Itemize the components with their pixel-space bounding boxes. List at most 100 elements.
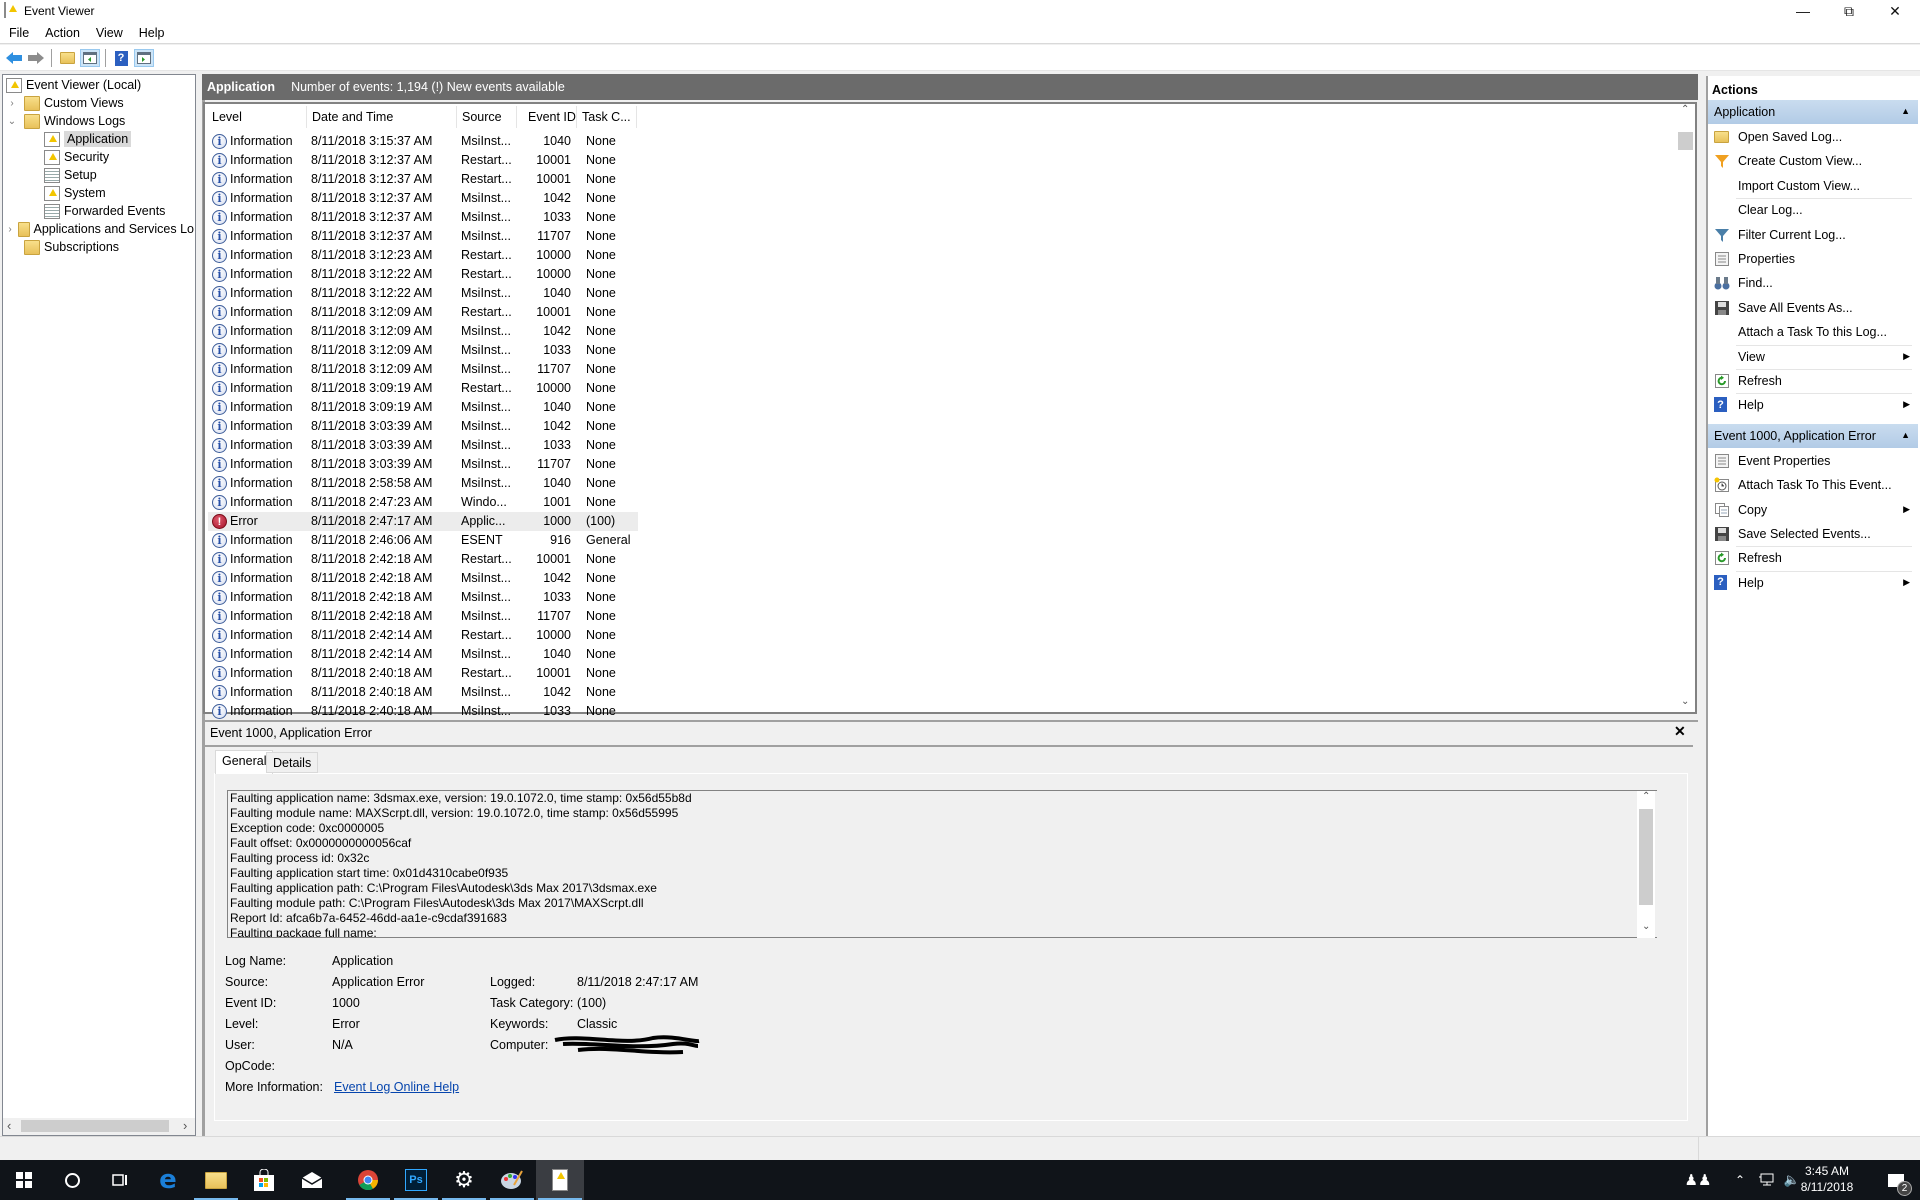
chevron-right-icon[interactable]: › <box>6 224 14 235</box>
event-log-online-help-link[interactable]: Event Log Online Help <box>334 1080 459 1094</box>
event-row[interactable]: i Information 8/11/2018 2:40:18 AM MsiInst.… <box>208 702 638 721</box>
help-button[interactable]: ? <box>111 49 131 67</box>
action-save-selected-events[interactable]: Save Selected Events... <box>1708 522 1918 546</box>
scroll-left-icon[interactable]: ‹ <box>7 1118 11 1133</box>
collapse-triangle-icon[interactable]: ▲ <box>1901 106 1910 116</box>
column-divider[interactable] <box>516 106 517 128</box>
restore-button[interactable]: ⧉ <box>1826 0 1872 22</box>
column-header-level[interactable]: Level <box>212 110 242 124</box>
event-row[interactable]: i Information 8/11/2018 2:42:14 AM MsiInst.… <box>208 645 638 664</box>
action-center-button[interactable]: 2 <box>1872 1160 1920 1200</box>
minimize-button[interactable]: — <box>1780 0 1826 22</box>
column-header-date-time[interactable]: Date and Time <box>312 110 393 124</box>
tree-horizontal-scrollbar[interactable]: ‹ › <box>3 1118 195 1135</box>
event-row[interactable]: i Information 8/11/2018 2:42:18 AM MsiInst.… <box>208 569 638 588</box>
action-event-properties[interactable]: Event Properties <box>1708 449 1918 473</box>
start-button[interactable] <box>0 1160 48 1200</box>
column-divider[interactable] <box>306 106 307 128</box>
action-open-saved-log[interactable]: Open Saved Log... <box>1708 125 1918 149</box>
tree-item-subscriptions[interactable]: Subscriptions <box>24 238 119 256</box>
action-refresh[interactable]: Refresh <box>1708 369 1918 393</box>
people-button[interactable]: ♟♟ <box>1683 1160 1713 1200</box>
taskbar-clock[interactable]: 3:45 AM 8/11/2018 <box>1792 1163 1862 1195</box>
action-import-custom-view[interactable]: Import Custom View... <box>1708 174 1918 198</box>
action-refresh[interactable]: Refresh <box>1708 546 1918 570</box>
close-icon[interactable]: ✕ <box>1674 723 1686 740</box>
actions-section-header[interactable]: Event 1000, Application Error ▲ <box>1708 423 1918 448</box>
event-list-vertical-scrollbar[interactable]: ⌃ ⌄ <box>1677 104 1694 712</box>
action-save-all-events-as[interactable]: Save All Events As... <box>1708 296 1918 320</box>
back-button[interactable] <box>4 49 24 67</box>
event-row[interactable]: i Information 8/11/2018 2:42:18 AM Restart.… <box>208 550 638 569</box>
task-view-button[interactable] <box>96 1160 144 1200</box>
event-row[interactable]: i Information 8/11/2018 3:03:39 AM MsiInst.… <box>208 417 638 436</box>
taskbar-file-explorer[interactable] <box>192 1160 240 1200</box>
action-help[interactable]: ? Help ▶ <box>1708 393 1918 417</box>
column-header-event-id[interactable]: Event ID <box>528 110 576 124</box>
tree-item-application[interactable]: Application <box>44 130 132 148</box>
column-header-task-category[interactable]: Task C... <box>582 110 631 124</box>
scrollbar-thumb[interactable] <box>1639 809 1653 905</box>
event-row[interactable]: i Information 8/11/2018 3:15:37 AM MsiInst.… <box>208 132 638 151</box>
event-row[interactable]: i Information 8/11/2018 2:47:23 AM Windo...… <box>208 493 638 512</box>
event-row[interactable]: i Information 8/11/2018 3:12:37 AM Restart.… <box>208 151 638 170</box>
tree-item-setup[interactable]: Setup <box>44 166 97 184</box>
show-hide-console-tree-button[interactable] <box>80 49 100 67</box>
action-attach-task-to-this-event[interactable]: Attach Task To This Event... <box>1708 473 1918 497</box>
show-hide-action-pane-button[interactable] <box>134 49 154 67</box>
taskbar-mail[interactable] <box>288 1160 336 1200</box>
event-row[interactable]: i Information 8/11/2018 2:40:18 AM MsiInst.… <box>208 683 638 702</box>
event-row[interactable]: i Information 8/11/2018 2:58:58 AM MsiInst.… <box>208 474 638 493</box>
collapse-triangle-icon[interactable]: ▲ <box>1901 430 1910 440</box>
scroll-up-icon[interactable]: ⌃ <box>1681 104 1689 115</box>
action-find[interactable]: Find... <box>1708 271 1918 295</box>
tree-item-system[interactable]: System <box>44 184 106 202</box>
tab-general[interactable]: General <box>215 750 274 774</box>
column-divider[interactable] <box>456 106 457 128</box>
event-row[interactable]: i Information 8/11/2018 3:03:39 AM MsiInst.… <box>208 455 638 474</box>
event-row[interactable]: i Information 8/11/2018 2:42:14 AM Restart.… <box>208 626 638 645</box>
up-button[interactable] <box>57 49 77 67</box>
close-button[interactable]: ✕ <box>1872 0 1918 22</box>
chevron-down-icon[interactable]: ⌄ <box>6 116 18 127</box>
event-row[interactable]: i Information 8/11/2018 2:46:06 AM ESENT 916… <box>208 531 638 550</box>
forward-button[interactable] <box>26 49 46 67</box>
chevron-right-icon[interactable]: › <box>6 98 18 109</box>
event-row[interactable]: ! Error 8/11/2018 2:47:17 AM Applic... 1000(… <box>208 512 638 531</box>
event-row[interactable]: i Information 8/11/2018 3:12:09 AM MsiInst.… <box>208 322 638 341</box>
event-row[interactable]: i Information 8/11/2018 3:12:09 AM MsiInst.… <box>208 360 638 379</box>
taskbar-edge[interactable]: e <box>144 1160 192 1200</box>
actions-section-header[interactable]: Application ▲ <box>1708 100 1918 124</box>
taskbar-store[interactable] <box>240 1160 288 1200</box>
action-clear-log[interactable]: Clear Log... <box>1708 198 1918 222</box>
column-divider[interactable] <box>576 106 577 128</box>
taskbar-chrome[interactable] <box>344 1160 392 1200</box>
description-scrollbar[interactable]: ⌃ ⌄ <box>1637 790 1655 938</box>
event-row[interactable]: i Information 8/11/2018 3:12:22 AM Restart.… <box>208 265 638 284</box>
tree-item-applications-and-services-logs[interactable]: › Applications and Services Lo <box>6 220 194 238</box>
event-row[interactable]: i Information 8/11/2018 3:12:37 AM Restart.… <box>208 170 638 189</box>
cortana-button[interactable] <box>48 1160 96 1200</box>
scroll-up-icon[interactable]: ⌃ <box>1642 791 1650 802</box>
event-row[interactable]: i Information 8/11/2018 3:12:23 AM Restart.… <box>208 246 638 265</box>
event-row[interactable]: i Information 8/11/2018 3:12:37 AM MsiInst.… <box>208 208 638 227</box>
event-row[interactable]: i Information 8/11/2018 3:12:22 AM MsiInst.… <box>208 284 638 303</box>
event-row[interactable]: i Information 8/11/2018 3:12:37 AM MsiInst.… <box>208 227 638 246</box>
action-properties[interactable]: Properties <box>1708 247 1918 271</box>
action-copy[interactable]: Copy ▶ <box>1708 498 1918 522</box>
event-row[interactable]: i Information 8/11/2018 2:42:18 AM MsiInst.… <box>208 607 638 626</box>
tree-item-windows-logs[interactable]: ⌄ Windows Logs <box>6 112 125 130</box>
taskbar-event-viewer[interactable] <box>536 1160 584 1200</box>
taskbar-photoshop[interactable]: Ps <box>392 1160 440 1200</box>
scroll-down-icon[interactable]: ⌄ <box>1642 921 1650 932</box>
menu-view[interactable]: View <box>87 22 130 40</box>
tree-item-custom-views[interactable]: › Custom Views <box>6 94 124 112</box>
event-row[interactable]: i Information 8/11/2018 3:09:19 AM MsiInst.… <box>208 398 638 417</box>
column-header-source[interactable]: Source <box>462 110 502 124</box>
action-create-custom-view[interactable]: Create Custom View... <box>1708 149 1918 173</box>
tree-item-event-viewer-local[interactable]: Event Viewer (Local) <box>6 76 141 94</box>
taskbar-paint[interactable] <box>488 1160 536 1200</box>
event-row[interactable]: i Information 8/11/2018 3:12:09 AM Restart.… <box>208 303 638 322</box>
event-row[interactable]: i Information 8/11/2018 3:03:39 AM MsiInst.… <box>208 436 638 455</box>
menu-file[interactable]: File <box>0 22 36 40</box>
